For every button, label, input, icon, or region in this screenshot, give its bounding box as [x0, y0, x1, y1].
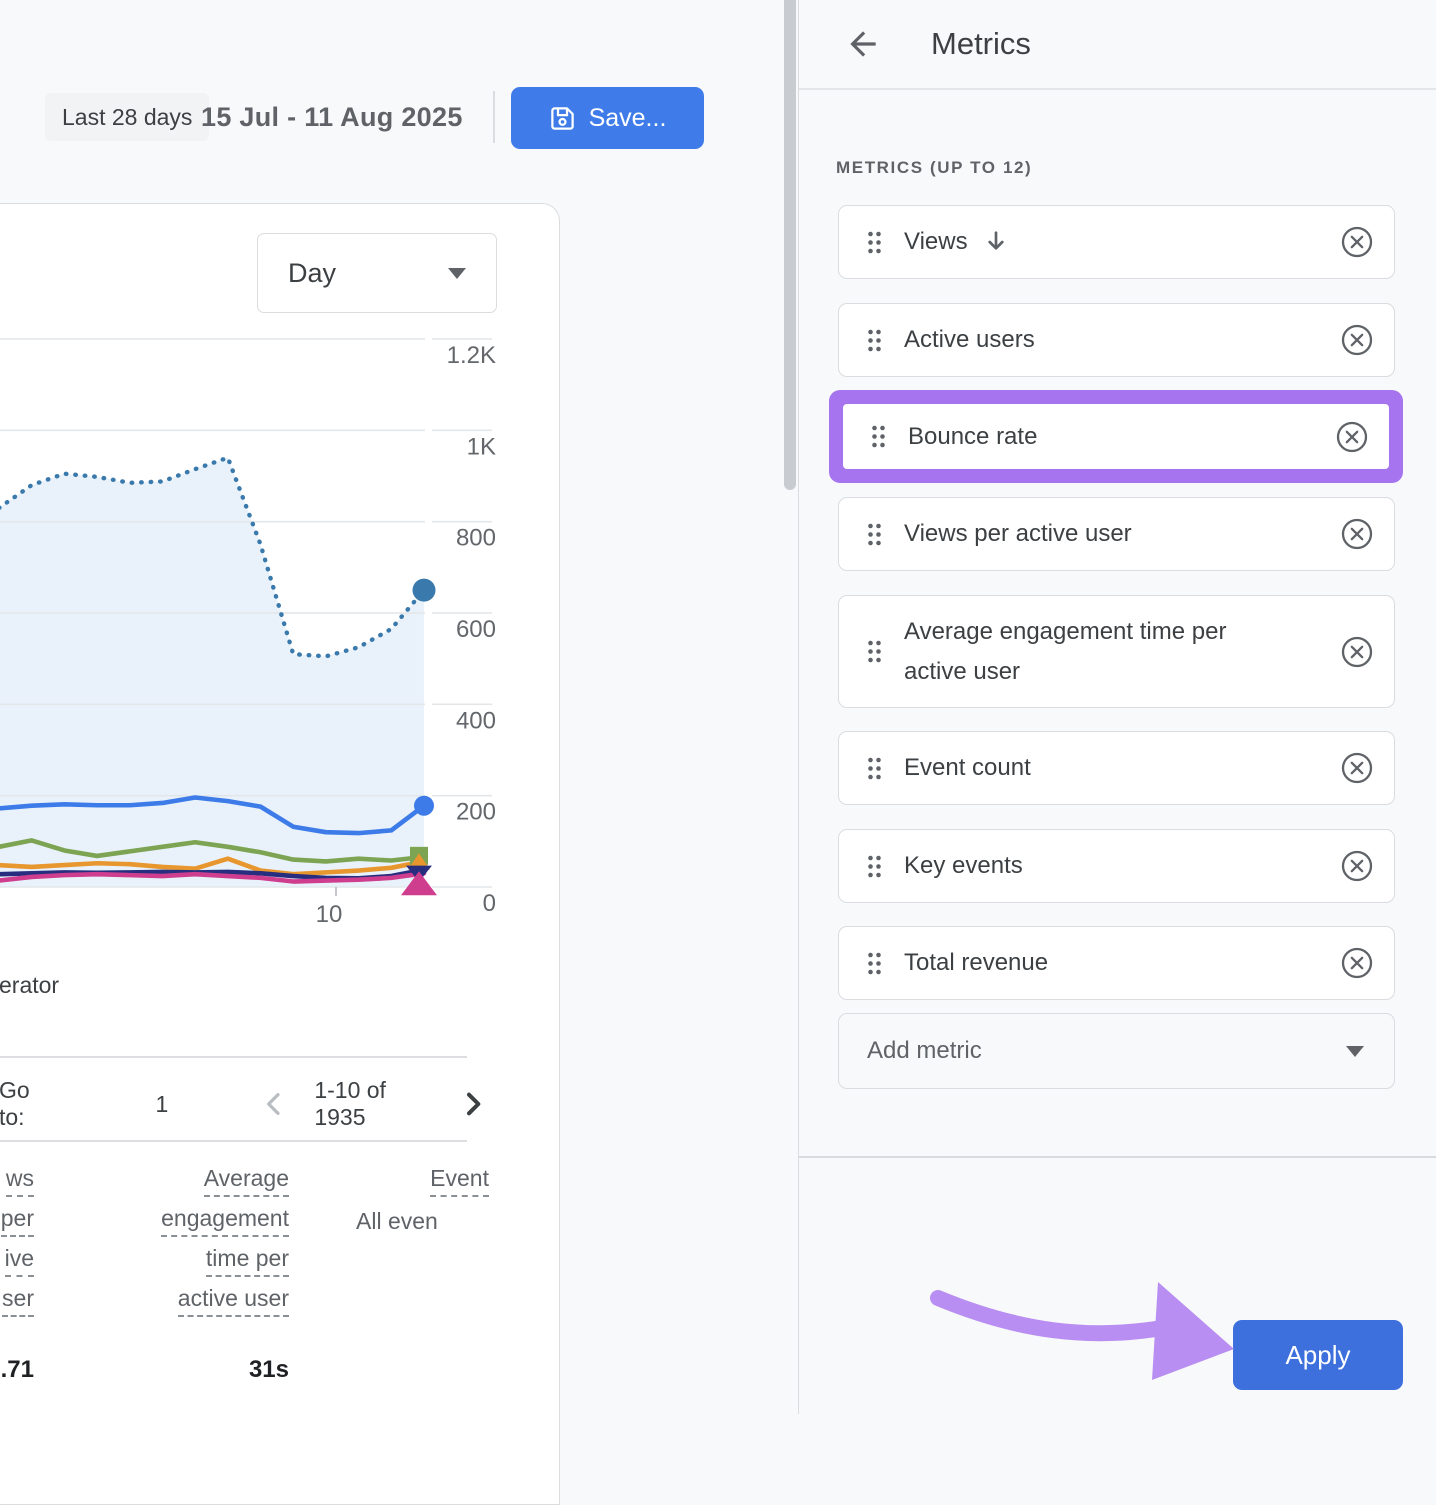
cell-views-per-active-user: .71: [0, 1356, 34, 1384]
toolbar-divider: [493, 91, 495, 143]
truncated-row-label: erator: [0, 972, 59, 999]
column-header-line: engagement: [54, 1206, 289, 1246]
save-icon: [549, 105, 576, 132]
goto-label: Go to:: [0, 1077, 58, 1131]
chevron-down-icon: [448, 268, 466, 279]
metric-item-average-engagement-time-per-active-user[interactable]: Average engagement time per active user: [838, 595, 1395, 708]
column-header-line: Average: [54, 1166, 289, 1206]
metric-label: Active users: [904, 320, 1035, 360]
column-header-line: active user: [54, 1286, 289, 1326]
annotation-arrow: [900, 1260, 1260, 1410]
svg-text:1.2K: 1.2K: [447, 342, 496, 369]
metric-item-views[interactable]: Views: [838, 205, 1395, 279]
remove-metric-icon[interactable]: [1339, 516, 1375, 552]
remove-metric-icon[interactable]: [1339, 945, 1375, 981]
column-header-avg-engagement-time[interactable]: Averageengagementtime peractive user: [54, 1166, 289, 1326]
svg-text:600: 600: [456, 616, 496, 643]
trend-chart[interactable]: 0 200 400 600 800 1K 1.2K 10: [0, 324, 557, 964]
metrics-section-label: METRICS (UP TO 12): [836, 158, 1032, 178]
metric-label: Views: [904, 222, 968, 262]
svg-text:400: 400: [456, 707, 496, 734]
drag-handle-icon[interactable]: [870, 423, 887, 450]
metric-item-views-per-active-user[interactable]: Views per active user: [838, 497, 1395, 571]
metric-label: Views per active user: [904, 514, 1132, 554]
drag-handle-icon[interactable]: [866, 853, 883, 880]
column-header-event[interactable]: Event: [354, 1166, 489, 1206]
back-button[interactable]: [843, 24, 883, 64]
metric-item-total-revenue[interactable]: Total revenue: [838, 926, 1395, 1000]
metric-label: Total revenue: [904, 943, 1048, 983]
metric-item-key-events[interactable]: Key events: [838, 829, 1395, 903]
granularity-value: Day: [288, 258, 336, 289]
svg-text:200: 200: [456, 799, 496, 826]
drag-handle-icon[interactable]: [866, 229, 883, 256]
date-range-badge: Last 28 days: [45, 93, 209, 141]
drag-handle-icon[interactable]: [866, 521, 883, 548]
metrics-panel: Metrics METRICS (UP TO 12) Views Active u…: [798, 0, 1436, 1414]
metric-item-bounce-rate[interactable]: Bounce rate: [843, 404, 1389, 469]
drag-handle-icon[interactable]: [866, 638, 883, 665]
svg-text:0: 0: [483, 890, 496, 917]
remove-metric-icon[interactable]: [1339, 634, 1375, 670]
trend-chart-svg: 0 200 400 600 800 1K 1.2K 10: [0, 324, 557, 964]
sort-descending-icon[interactable]: [982, 228, 1010, 256]
svg-text:800: 800: [456, 525, 496, 552]
column-header-views-per-active-user[interactable]: wsperiveser: [0, 1166, 34, 1326]
metric-label: Bounce rate: [908, 417, 1037, 457]
drag-handle-icon[interactable]: [866, 327, 883, 354]
column-subheader-all-events[interactable]: All even: [356, 1208, 466, 1235]
highlight-outline: Bounce rate: [829, 390, 1403, 483]
table-divider-top: [0, 1056, 467, 1058]
column-header-line: time per: [54, 1246, 289, 1286]
column-header-line: per: [0, 1206, 34, 1246]
remove-metric-icon[interactable]: [1339, 750, 1375, 786]
column-header-line: ws: [0, 1166, 34, 1206]
chevron-left-icon: [258, 1088, 290, 1120]
chevron-right-icon: [457, 1088, 489, 1120]
drag-handle-icon[interactable]: [866, 755, 883, 782]
save-button[interactable]: Save...: [511, 87, 704, 149]
metric-item-active-users[interactable]: Active users: [838, 303, 1395, 377]
report-chart-card: Day 0 200 400 600 800 1K 1.2K 10 erator Go to: …: [0, 203, 560, 1505]
remove-metric-icon[interactable]: [1339, 322, 1375, 358]
next-page-button[interactable]: [457, 1088, 489, 1120]
cell-avg-engagement-time: 31s: [54, 1356, 289, 1384]
vertical-scrollbar[interactable]: [784, 0, 796, 490]
granularity-select[interactable]: Day: [257, 233, 497, 313]
metric-item-event-count[interactable]: Event count: [838, 731, 1395, 805]
remove-metric-icon[interactable]: [1334, 419, 1370, 455]
svg-text:1K: 1K: [467, 433, 496, 460]
date-range-text[interactable]: 15 Jul - 11 Aug 2025: [201, 93, 463, 141]
remove-metric-icon[interactable]: [1339, 848, 1375, 884]
panel-header: [799, 0, 1436, 90]
metric-label: Event count: [904, 748, 1031, 788]
svg-text:10: 10: [316, 901, 343, 928]
save-button-label: Save...: [589, 104, 667, 133]
table-divider-bottom: [0, 1140, 467, 1142]
metric-label: Key events: [904, 846, 1023, 886]
add-metric-dropdown[interactable]: Add metric: [838, 1013, 1395, 1089]
panel-title: Metrics: [931, 0, 1031, 88]
column-header-line: ser: [0, 1286, 34, 1326]
drag-handle-icon[interactable]: [866, 950, 883, 977]
chevron-down-icon: [1346, 1046, 1364, 1057]
pagination-bar: Go to: 1 1-10 of 1935: [0, 1076, 489, 1132]
column-header-line: ive: [0, 1246, 34, 1286]
metric-label: Average engagement time per active user: [904, 612, 1264, 691]
panel-footer-divider: [799, 1156, 1436, 1158]
prev-page-button[interactable]: [258, 1088, 290, 1120]
page-number-input[interactable]: 1: [156, 1091, 169, 1118]
pagination-range: 1-10 of 1935: [314, 1077, 435, 1131]
arrow-back-icon: [844, 25, 882, 63]
remove-metric-icon[interactable]: [1339, 224, 1375, 260]
add-metric-label: Add metric: [867, 1037, 982, 1065]
